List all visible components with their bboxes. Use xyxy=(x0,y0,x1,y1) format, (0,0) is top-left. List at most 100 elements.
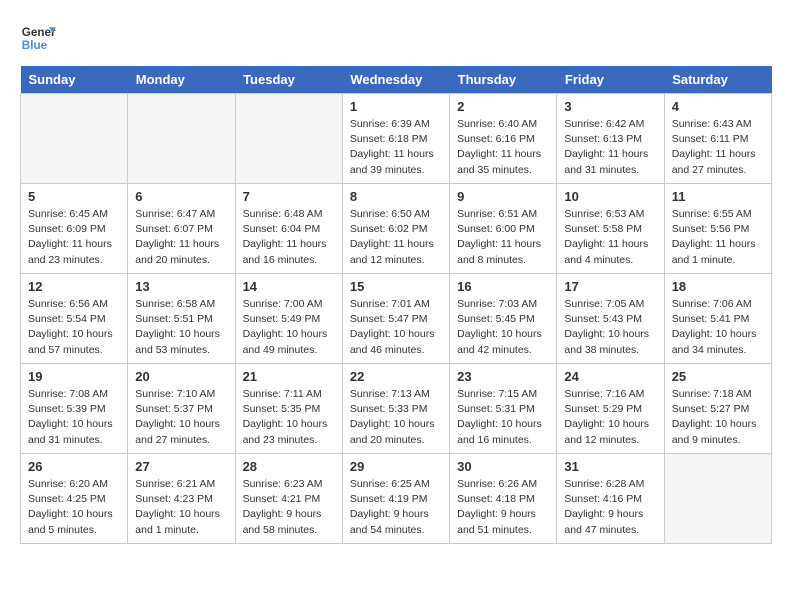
day-number: 31 xyxy=(564,459,656,474)
calendar-cell: 23 Sunrise: 7:15 AM Sunset: 5:31 PM Dayli… xyxy=(450,364,557,454)
header-friday: Friday xyxy=(557,66,664,94)
calendar-week-row: 5 Sunrise: 6:45 AM Sunset: 6:09 PM Daylig… xyxy=(21,184,772,274)
day-info: Sunrise: 6:42 AM Sunset: 6:13 PM Dayligh… xyxy=(564,117,656,178)
day-number: 2 xyxy=(457,99,549,114)
calendar-cell: 22 Sunrise: 7:13 AM Sunset: 5:33 PM Dayli… xyxy=(342,364,449,454)
day-number: 30 xyxy=(457,459,549,474)
day-info: Sunrise: 6:50 AM Sunset: 6:02 PM Dayligh… xyxy=(350,207,442,268)
calendar-cell: 18 Sunrise: 7:06 AM Sunset: 5:41 PM Dayli… xyxy=(664,274,771,364)
calendar-cell: 25 Sunrise: 7:18 AM Sunset: 5:27 PM Dayli… xyxy=(664,364,771,454)
calendar-week-row: 26Sunrise: 6:20 AM Sunset: 4:25 PM Dayli… xyxy=(21,454,772,544)
day-number: 4 xyxy=(672,99,764,114)
calendar-cell: 30 Sunrise: 6:26 AM Sunset: 4:18 PM Dayli… xyxy=(450,454,557,544)
day-info: Sunrise: 6:48 AM Sunset: 6:04 PM Dayligh… xyxy=(243,207,335,268)
day-info: Sunrise: 6:21 AM Sunset: 4:23 PM Dayligh… xyxy=(135,477,227,538)
calendar-cell: 6Sunrise: 6:47 AM Sunset: 6:07 PM Daylig… xyxy=(128,184,235,274)
calendar-cell: 4 Sunrise: 6:43 AM Sunset: 6:11 PM Daylig… xyxy=(664,94,771,184)
day-info: Sunrise: 7:13 AM Sunset: 5:33 PM Dayligh… xyxy=(350,387,442,448)
calendar-cell: 11 Sunrise: 6:55 AM Sunset: 5:56 PM Dayli… xyxy=(664,184,771,274)
calendar-week-row: 12 Sunrise: 6:56 AM Sunset: 5:54 PM Dayli… xyxy=(21,274,772,364)
day-info: Sunrise: 7:06 AM Sunset: 5:41 PM Dayligh… xyxy=(672,297,764,358)
day-number: 21 xyxy=(243,369,335,384)
day-number: 5 xyxy=(28,189,120,204)
day-info: Sunrise: 6:45 AM Sunset: 6:09 PM Dayligh… xyxy=(28,207,120,268)
day-number: 28 xyxy=(243,459,335,474)
calendar-cell xyxy=(21,94,128,184)
day-number: 13 xyxy=(135,279,227,294)
day-number: 18 xyxy=(672,279,764,294)
day-number: 14 xyxy=(243,279,335,294)
calendar-cell: 15Sunrise: 7:01 AM Sunset: 5:47 PM Dayli… xyxy=(342,274,449,364)
day-info: Sunrise: 6:20 AM Sunset: 4:25 PM Dayligh… xyxy=(28,477,120,538)
calendar-cell: 5 Sunrise: 6:45 AM Sunset: 6:09 PM Daylig… xyxy=(21,184,128,274)
calendar-cell: 16Sunrise: 7:03 AM Sunset: 5:45 PM Dayli… xyxy=(450,274,557,364)
day-number: 7 xyxy=(243,189,335,204)
day-number: 29 xyxy=(350,459,442,474)
day-info: Sunrise: 7:15 AM Sunset: 5:31 PM Dayligh… xyxy=(457,387,549,448)
day-info: Sunrise: 7:00 AM Sunset: 5:49 PM Dayligh… xyxy=(243,297,335,358)
day-info: Sunrise: 6:25 AM Sunset: 4:19 PM Dayligh… xyxy=(350,477,442,538)
calendar-cell: 28 Sunrise: 6:23 AM Sunset: 4:21 PM Dayli… xyxy=(235,454,342,544)
header-monday: Monday xyxy=(128,66,235,94)
day-number: 22 xyxy=(350,369,442,384)
calendar-cell: 14 Sunrise: 7:00 AM Sunset: 5:49 PM Dayli… xyxy=(235,274,342,364)
day-number: 19 xyxy=(28,369,120,384)
svg-text:Blue: Blue xyxy=(22,39,48,52)
calendar-header-row: SundayMondayTuesdayWednesdayThursdayFrid… xyxy=(21,66,772,94)
day-number: 23 xyxy=(457,369,549,384)
day-info: Sunrise: 6:40 AM Sunset: 6:16 PM Dayligh… xyxy=(457,117,549,178)
calendar-week-row: 1Sunrise: 6:39 AM Sunset: 6:18 PM Daylig… xyxy=(21,94,772,184)
day-number: 20 xyxy=(135,369,227,384)
calendar-cell xyxy=(664,454,771,544)
day-info: Sunrise: 6:39 AM Sunset: 6:18 PM Dayligh… xyxy=(350,117,442,178)
day-number: 16 xyxy=(457,279,549,294)
day-info: Sunrise: 7:11 AM Sunset: 5:35 PM Dayligh… xyxy=(243,387,335,448)
day-number: 3 xyxy=(564,99,656,114)
header-thursday: Thursday xyxy=(450,66,557,94)
calendar-cell: 12 Sunrise: 6:56 AM Sunset: 5:54 PM Dayli… xyxy=(21,274,128,364)
header-saturday: Saturday xyxy=(664,66,771,94)
calendar-cell: 8Sunrise: 6:50 AM Sunset: 6:02 PM Daylig… xyxy=(342,184,449,274)
day-info: Sunrise: 7:01 AM Sunset: 5:47 PM Dayligh… xyxy=(350,297,442,358)
calendar-cell: 31Sunrise: 6:28 AM Sunset: 4:16 PM Dayli… xyxy=(557,454,664,544)
calendar-cell xyxy=(235,94,342,184)
calendar-cell: 26Sunrise: 6:20 AM Sunset: 4:25 PM Dayli… xyxy=(21,454,128,544)
calendar-cell: 3 Sunrise: 6:42 AM Sunset: 6:13 PM Daylig… xyxy=(557,94,664,184)
day-info: Sunrise: 6:51 AM Sunset: 6:00 PM Dayligh… xyxy=(457,207,549,268)
day-info: Sunrise: 7:16 AM Sunset: 5:29 PM Dayligh… xyxy=(564,387,656,448)
day-info: Sunrise: 7:05 AM Sunset: 5:43 PM Dayligh… xyxy=(564,297,656,358)
header-sunday: Sunday xyxy=(21,66,128,94)
day-info: Sunrise: 7:18 AM Sunset: 5:27 PM Dayligh… xyxy=(672,387,764,448)
day-number: 27 xyxy=(135,459,227,474)
calendar-cell: 10 Sunrise: 6:53 AM Sunset: 5:58 PM Dayli… xyxy=(557,184,664,274)
calendar-cell: 29 Sunrise: 6:25 AM Sunset: 4:19 PM Dayli… xyxy=(342,454,449,544)
calendar-cell: 24 Sunrise: 7:16 AM Sunset: 5:29 PM Dayli… xyxy=(557,364,664,454)
day-info: Sunrise: 6:55 AM Sunset: 5:56 PM Dayligh… xyxy=(672,207,764,268)
calendar-cell: 1Sunrise: 6:39 AM Sunset: 6:18 PM Daylig… xyxy=(342,94,449,184)
calendar-cell: 13Sunrise: 6:58 AM Sunset: 5:51 PM Dayli… xyxy=(128,274,235,364)
calendar-cell: 17 Sunrise: 7:05 AM Sunset: 5:43 PM Dayli… xyxy=(557,274,664,364)
calendar-cell: 9 Sunrise: 6:51 AM Sunset: 6:00 PM Daylig… xyxy=(450,184,557,274)
day-info: Sunrise: 6:43 AM Sunset: 6:11 PM Dayligh… xyxy=(672,117,764,178)
logo-icon: General Blue xyxy=(20,20,56,56)
header-wednesday: Wednesday xyxy=(342,66,449,94)
day-info: Sunrise: 6:56 AM Sunset: 5:54 PM Dayligh… xyxy=(28,297,120,358)
day-info: Sunrise: 6:26 AM Sunset: 4:18 PM Dayligh… xyxy=(457,477,549,538)
day-number: 12 xyxy=(28,279,120,294)
calendar-cell: 27 Sunrise: 6:21 AM Sunset: 4:23 PM Dayli… xyxy=(128,454,235,544)
day-info: Sunrise: 6:23 AM Sunset: 4:21 PM Dayligh… xyxy=(243,477,335,538)
page-header: General Blue xyxy=(20,20,772,56)
calendar-cell xyxy=(128,94,235,184)
calendar-cell: 20Sunrise: 7:10 AM Sunset: 5:37 PM Dayli… xyxy=(128,364,235,454)
day-number: 10 xyxy=(564,189,656,204)
day-info: Sunrise: 6:53 AM Sunset: 5:58 PM Dayligh… xyxy=(564,207,656,268)
calendar-table: SundayMondayTuesdayWednesdayThursdayFrid… xyxy=(20,66,772,544)
logo: General Blue xyxy=(20,20,62,56)
day-number: 9 xyxy=(457,189,549,204)
day-number: 11 xyxy=(672,189,764,204)
day-number: 6 xyxy=(135,189,227,204)
day-number: 25 xyxy=(672,369,764,384)
day-number: 24 xyxy=(564,369,656,384)
header-tuesday: Tuesday xyxy=(235,66,342,94)
day-number: 17 xyxy=(564,279,656,294)
